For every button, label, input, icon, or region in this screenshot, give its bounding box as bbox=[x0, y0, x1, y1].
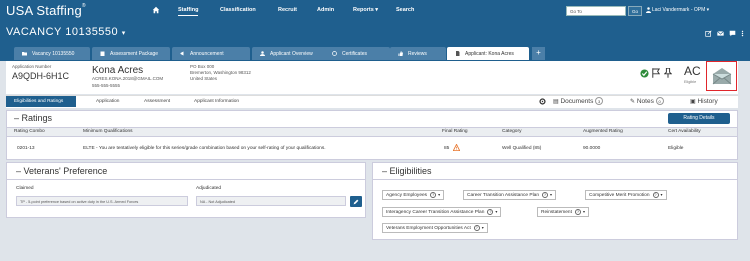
notes-icon: ✎ bbox=[630, 99, 636, 105]
more-icon[interactable] bbox=[740, 30, 745, 37]
eligibility-chip[interactable]: Competitive Merit Promotion? ▾ bbox=[585, 190, 667, 200]
col-final-rating[interactable]: Final Rating bbox=[442, 129, 468, 134]
ratings-title[interactable]: – Ratings bbox=[14, 113, 52, 123]
home-icon[interactable] bbox=[152, 6, 160, 14]
check-circle-icon bbox=[640, 69, 649, 78]
applicant-phone: 555-555-5555 bbox=[92, 83, 121, 88]
clipboard-icon bbox=[100, 51, 105, 56]
help-icon[interactable]: ? bbox=[473, 224, 480, 231]
nav-search[interactable]: Search bbox=[396, 7, 414, 13]
tab-assessment-package[interactable]: Assessment Package bbox=[92, 47, 170, 60]
eligibility-chip[interactable]: Career Transition Assistance Plan? ▾ bbox=[463, 190, 557, 200]
cell-minimum-qualifications: ELTE - You are tentatively eligible for … bbox=[83, 146, 326, 151]
pencil-icon bbox=[353, 199, 359, 204]
edit-note-icon[interactable] bbox=[705, 30, 712, 37]
cell-cert-availability: Eligible bbox=[668, 146, 684, 151]
application-number: A9QDH-6H1C bbox=[12, 71, 70, 81]
step-applicant-information[interactable]: Applicant Information bbox=[180, 96, 252, 107]
claimed-label: Claimed bbox=[16, 186, 34, 191]
nav-reports[interactable]: Reports ▾ bbox=[353, 7, 378, 13]
col-category[interactable]: Category bbox=[502, 129, 521, 134]
cell-augmented-rating: 90.0000 bbox=[583, 146, 601, 151]
address-line-1: PO Box 000 bbox=[190, 64, 215, 69]
goto-button[interactable]: Go bbox=[628, 6, 642, 16]
rating-details-button[interactable]: Rating Details bbox=[668, 113, 730, 124]
cell-category: Well Qualified (85) bbox=[502, 146, 542, 151]
history-button[interactable]: ▣ History bbox=[690, 96, 718, 108]
vacancy-title[interactable]: VACANCY 10135550 ▾ bbox=[6, 26, 126, 38]
document-icon bbox=[456, 51, 460, 56]
edit-adjudication-button[interactable] bbox=[350, 196, 362, 207]
notes-count: 0 bbox=[655, 97, 664, 106]
user-icon bbox=[646, 7, 651, 13]
veterans-preference-title[interactable]: – Veterans' Preference bbox=[16, 166, 107, 176]
documents-count: 3 bbox=[595, 97, 604, 106]
applicant-code: AC bbox=[684, 64, 701, 78]
email-status-box[interactable] bbox=[706, 61, 737, 91]
tab-applicant-kona-acres[interactable]: Applicant: Kona Acres bbox=[447, 47, 529, 60]
goto-input[interactable]: Go To bbox=[566, 6, 626, 16]
adjudicated-field: NA - Not Adjudicated bbox=[196, 196, 346, 206]
nav-recruit[interactable]: Recruit bbox=[278, 7, 297, 13]
nav-admin[interactable]: Admin bbox=[317, 7, 334, 13]
divider bbox=[7, 179, 365, 180]
step-eligibilities-ratings[interactable]: Eligibilities and Ratings bbox=[6, 96, 76, 107]
eligibility-chip[interactable]: Reinstatement? ▾ bbox=[537, 207, 589, 217]
col-augmented-rating[interactable]: Augmented Rating bbox=[583, 129, 623, 134]
cell-final-rating: 85 bbox=[444, 146, 450, 151]
col-rating-combo[interactable]: Rating Combo bbox=[14, 129, 45, 134]
gear-icon bbox=[332, 51, 337, 56]
tab-announcement[interactable]: Announcement bbox=[172, 47, 250, 60]
eligibility-note: Eligible bbox=[684, 80, 697, 84]
flag-icon[interactable] bbox=[652, 68, 660, 78]
tab-applicant-overview[interactable]: Applicant Overview bbox=[252, 47, 332, 60]
tab-vacancy[interactable]: Vacancy 10135550 bbox=[14, 47, 90, 60]
applicant-email[interactable]: ACRES.KONA.2018@GMAIL.COM bbox=[92, 76, 163, 81]
eligibility-chip[interactable]: Veterans Employment Opportunities Act? ▾ bbox=[382, 223, 488, 233]
help-icon[interactable]: ? bbox=[574, 208, 581, 215]
adjudicated-label: Adjudicated bbox=[196, 186, 222, 191]
address-line-3: United States bbox=[190, 76, 218, 81]
settings-gear-icon[interactable] bbox=[539, 98, 546, 105]
col-cert-availability[interactable]: Cert Availability bbox=[668, 129, 701, 134]
application-number-label: Application Number bbox=[12, 64, 52, 69]
claimed-field: TP - 5-point preference based on active … bbox=[16, 196, 188, 206]
cell-rating-combo: 0201-13 bbox=[17, 146, 35, 151]
history-icon: ▣ bbox=[690, 99, 696, 105]
address-line-2: Bremerton, Washington 98312 bbox=[190, 70, 251, 75]
nav-classification[interactable]: Classification bbox=[220, 7, 256, 13]
step-application[interactable]: Application bbox=[82, 96, 132, 107]
folder-icon bbox=[22, 52, 27, 56]
mail-icon[interactable] bbox=[717, 30, 724, 37]
comment-icon[interactable] bbox=[729, 30, 736, 37]
documents-button[interactable]: ▤ Documents 3 bbox=[553, 96, 604, 108]
help-icon[interactable]: ? bbox=[487, 208, 494, 215]
users-icon bbox=[260, 51, 265, 56]
eligibilities-title[interactable]: – Eligibilities bbox=[382, 166, 432, 176]
nav-staffing[interactable]: Staffing bbox=[178, 7, 199, 16]
col-minimum-qualifications[interactable]: Minimum Qualifications bbox=[83, 129, 133, 134]
tab-reviews[interactable]: Reviews bbox=[390, 47, 446, 60]
eligibility-chip[interactable]: Interagency Career Transition Assistance… bbox=[382, 207, 502, 217]
documents-icon: ▤ bbox=[553, 99, 559, 105]
applicant-name: Kona Acres bbox=[92, 65, 144, 76]
help-icon[interactable]: ? bbox=[542, 191, 548, 198]
thumbs-up-icon bbox=[398, 51, 403, 56]
app-logo[interactable]: USA Staffing® bbox=[6, 3, 86, 18]
pin-icon[interactable] bbox=[664, 68, 672, 78]
tab-certificates[interactable]: Certificates bbox=[324, 47, 390, 60]
eligibility-chip[interactable]: Agency Employees? ▾ bbox=[382, 190, 445, 200]
divider bbox=[373, 179, 737, 180]
help-icon[interactable]: ? bbox=[430, 191, 437, 198]
user-menu[interactable]: Laci Vandermark - OPM ▾ bbox=[652, 7, 709, 13]
step-assessment[interactable]: Assessment bbox=[130, 96, 182, 107]
help-icon[interactable]: ? bbox=[652, 191, 659, 198]
add-tab-button[interactable]: + bbox=[532, 47, 545, 60]
megaphone-icon bbox=[180, 51, 184, 56]
open-envelope-icon bbox=[712, 68, 732, 85]
notes-button[interactable]: ✎ Notes 0 bbox=[630, 96, 664, 108]
warning-icon[interactable] bbox=[453, 144, 460, 151]
